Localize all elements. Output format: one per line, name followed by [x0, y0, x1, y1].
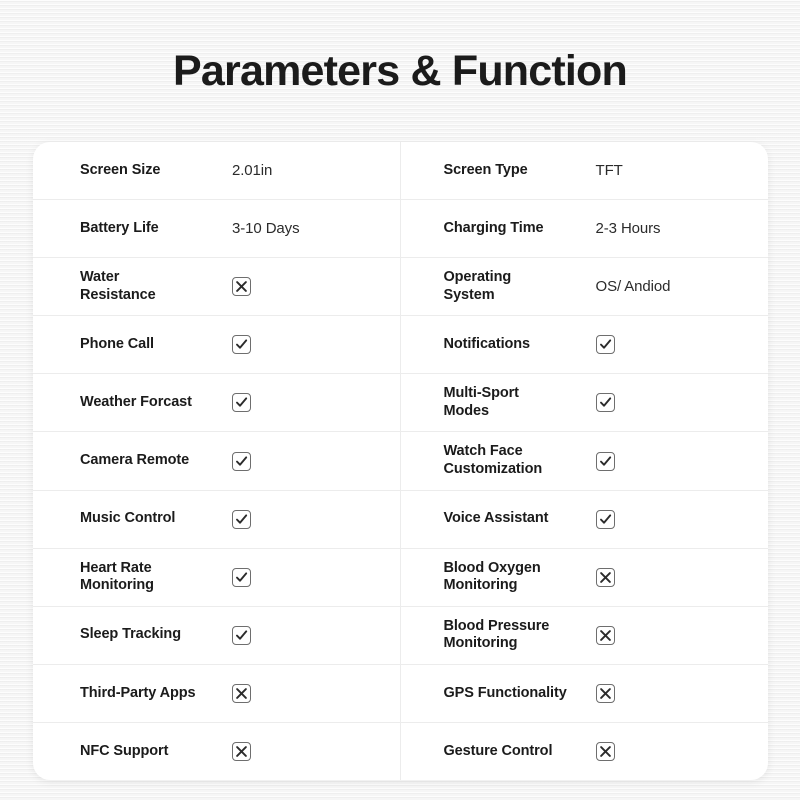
- spec-cell-right: Blood Pressure Monitoring: [401, 607, 769, 664]
- spec-cell-left: Battery Life 3-10 Days: [33, 200, 401, 258]
- spec-label: Blood Oxygen Monitoring: [443, 559, 541, 594]
- unchecked-checkbox-icon: [595, 683, 615, 703]
- spec-label: Operating System: [443, 269, 512, 303]
- spec-label: Gesture Control: [443, 742, 553, 759]
- spec-label: Screen Type: [443, 161, 528, 178]
- spec-label: Sleep Tracking: [80, 626, 181, 643]
- unchecked-checkbox-icon: [232, 683, 251, 703]
- unchecked-checkbox-icon: [232, 277, 251, 297]
- spec-label: Screen Size: [80, 161, 161, 178]
- table-row: Third-Party Apps GPS Functionality: [33, 664, 769, 723]
- table-row: Heart Rate Monitoring Blood Oxygen Monito…: [33, 548, 769, 607]
- table-row: Water Resistance Operating System OS/ Andi…: [33, 258, 769, 317]
- checked-checkbox-icon: [595, 393, 615, 413]
- spec-cell-right: GPS Functionality: [401, 665, 769, 722]
- spec-label: Water Resistance: [80, 269, 156, 303]
- spec-label: Multi-Sport Modes: [443, 385, 520, 419]
- spec-value: OS/ Andiod: [595, 277, 671, 295]
- checked-checkbox-icon: [595, 509, 615, 529]
- table-row: Weather Forcast Multi-Sport Modes: [33, 374, 769, 433]
- checked-checkbox-icon: [232, 567, 251, 587]
- spec-label: Charging Time: [443, 219, 544, 236]
- spec-cell-right: Voice Assistant: [401, 491, 769, 548]
- table-row: Battery Life 3-10 Days Charging Time 2-3 Ho…: [33, 200, 769, 259]
- spec-table: Screen Size 2.01in Screen Type TFT Battery L…: [33, 142, 769, 781]
- spec-label: Watch Face Customization: [443, 443, 543, 478]
- spec-cell-left: NFC Support: [33, 722, 401, 781]
- spec-sheet-page: Parameters & Function Screen Size 2.01in S…: [0, 0, 800, 800]
- table-row: Music Control Voice Assistant: [33, 490, 769, 549]
- unchecked-checkbox-icon: [595, 625, 615, 645]
- spec-cell-left: Phone Call: [33, 316, 401, 374]
- spec-cell-right: Charging Time 2-3 Hours: [401, 200, 769, 257]
- spec-cell-left: Third-Party Apps: [33, 664, 401, 722]
- spec-cell-right: Watch Face Customization: [401, 432, 769, 489]
- spec-label: Music Control: [80, 510, 176, 527]
- spec-cell-left: Screen Size 2.01in: [33, 142, 401, 200]
- table-row: Camera Remote Watch Face Customization: [33, 432, 769, 491]
- unchecked-checkbox-icon: [595, 741, 615, 761]
- spec-label: Voice Assistant: [443, 510, 549, 527]
- spec-cell-right: Operating System OS/ Andiod: [401, 258, 769, 315]
- table-row: Screen Size 2.01in Screen Type TFT: [33, 142, 769, 201]
- table-row: NFC Support Gesture Control: [33, 722, 769, 781]
- spec-label: GPS Functionality: [443, 684, 567, 701]
- spec-label: Notifications: [443, 335, 531, 352]
- spec-cell-left: Camera Remote: [33, 432, 401, 490]
- spec-label: Third-Party Apps: [80, 684, 196, 701]
- checked-checkbox-icon: [232, 509, 251, 529]
- spec-cell-right: Screen Type TFT: [401, 142, 769, 199]
- spec-label: NFC Support: [80, 742, 169, 759]
- table-row: Sleep Tracking Blood Pressure Monitoring: [33, 606, 769, 665]
- spec-cell-right: Gesture Control: [401, 723, 769, 780]
- spec-value: 2-3 Hours: [595, 219, 661, 237]
- page-title: Parameters & Function: [173, 47, 628, 95]
- checked-checkbox-icon: [232, 625, 251, 645]
- spec-label: Heart Rate Monitoring: [80, 559, 154, 594]
- spec-cell-right: Blood Oxygen Monitoring: [401, 549, 769, 606]
- spec-cell-left: Music Control: [33, 490, 401, 548]
- unchecked-checkbox-icon: [232, 741, 251, 761]
- spec-label: Battery Life: [80, 219, 159, 236]
- spec-cell-right: Notifications: [401, 316, 769, 373]
- spec-cell-left: Heart Rate Monitoring: [33, 548, 401, 606]
- checked-checkbox-icon: [595, 335, 615, 355]
- spec-cell-left: Water Resistance: [33, 258, 401, 316]
- spec-cell-right: Multi-Sport Modes: [401, 374, 769, 431]
- spec-label: Phone Call: [80, 335, 154, 352]
- spec-label: Weather Forcast: [80, 394, 192, 411]
- spec-value: TFT: [595, 161, 623, 179]
- spec-label: Blood Pressure Monitoring: [443, 617, 550, 652]
- spec-cell-left: Sleep Tracking: [33, 606, 401, 664]
- checked-checkbox-icon: [232, 335, 251, 355]
- spec-value: 2.01in: [232, 161, 273, 179]
- table-row: Phone Call Notifications: [33, 316, 769, 375]
- spec-cell-left: Weather Forcast: [33, 374, 401, 432]
- spec-value: 3-10 Days: [232, 219, 300, 237]
- spec-label: Camera Remote: [80, 452, 190, 469]
- checked-checkbox-icon: [232, 393, 251, 413]
- checked-checkbox-icon: [595, 451, 615, 471]
- checked-checkbox-icon: [232, 451, 251, 471]
- unchecked-checkbox-icon: [595, 567, 615, 587]
